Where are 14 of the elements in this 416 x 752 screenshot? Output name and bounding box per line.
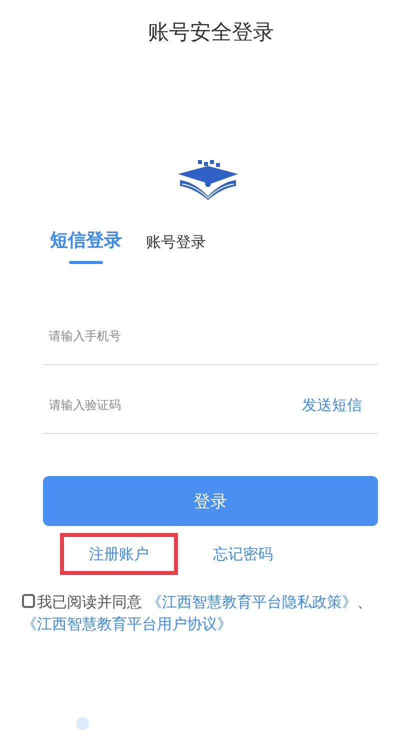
login-tab[interactable]: 账号登录 xyxy=(146,233,206,260)
login-button[interactable]: 登录 xyxy=(43,476,378,526)
policy-link[interactable]: 《江西智慧教育平台隐私政策》 xyxy=(146,593,357,611)
floating-dot xyxy=(76,717,89,730)
text-link[interactable]: 忘记密码 xyxy=(213,544,273,564)
text-link[interactable]: 注册账户 xyxy=(89,544,149,564)
agree-checkbox[interactable] xyxy=(22,594,35,608)
send-sms-button[interactable]: 发送短信 xyxy=(302,384,378,414)
page-title: 账号安全登录 xyxy=(148,19,274,46)
agreement-text: 我已阅读并同意 《江西智慧教育平台隐私政策》、 《江西智慧教育平台用户协议》 xyxy=(22,592,373,635)
text-field[interactable]: 请输入验证码 xyxy=(43,386,302,412)
text-field[interactable]: 请输入手机号 xyxy=(43,317,378,343)
book-logo-icon xyxy=(176,160,240,202)
policy-link[interactable]: 《江西智慧教育平台用户协议》 xyxy=(22,615,232,633)
